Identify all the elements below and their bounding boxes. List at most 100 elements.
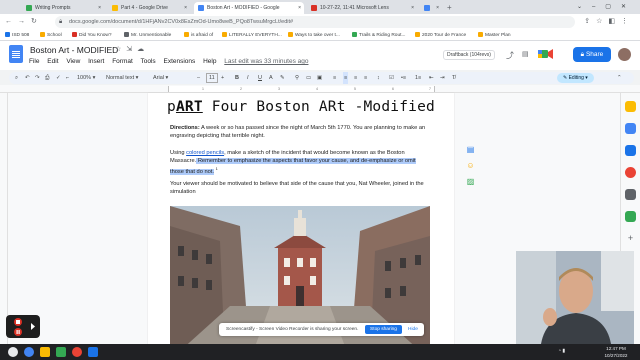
- url-bar[interactable]: 🔒︎ docs.google.com/document/d/1HFjANv2CV…: [55, 16, 575, 28]
- bookmark-item[interactable]: Did You Know?: [72, 31, 112, 40]
- reload-icon[interactable]: ↻: [31, 18, 43, 25]
- meet-icon[interactable]: [538, 49, 554, 59]
- chrome-icon[interactable]: [24, 347, 34, 357]
- text-color-button[interactable]: A: [269, 72, 273, 84]
- font-size-increase[interactable]: +: [221, 72, 224, 84]
- navigation-buttons[interactable]: ←→↻: [5, 17, 43, 27]
- recorder-widget[interactable]: [6, 315, 40, 338]
- bookmark-item[interactable]: Ways to take over t...: [288, 31, 340, 40]
- docs-icon[interactable]: [88, 347, 98, 357]
- italic-button[interactable]: I: [247, 72, 249, 84]
- extension-icon[interactable]: ◧: [608, 18, 621, 25]
- menu-insert[interactable]: Insert: [88, 58, 104, 65]
- chrome-icon[interactable]: [72, 347, 82, 357]
- align-left-icon[interactable]: ≡: [333, 72, 336, 84]
- bookmark-item[interactable]: Trails & Riding Rout...: [352, 31, 405, 40]
- draftback-button[interactable]: Draftback (104revs): [443, 50, 495, 60]
- tasks-icon[interactable]: [625, 123, 636, 134]
- docs-logo-icon[interactable]: [9, 45, 23, 63]
- tab-docs[interactable]: ×: [420, 2, 442, 14]
- browser-actions[interactable]: ⇪☆◧⋮: [584, 17, 634, 27]
- star-icon[interactable]: ☆: [596, 18, 608, 25]
- font-select[interactable]: Arial ▾: [153, 72, 168, 84]
- keep-icon[interactable]: [625, 101, 636, 112]
- bookmark-item[interactable]: is afraid of: [184, 31, 213, 40]
- search-icon[interactable]: ⌕: [15, 72, 18, 84]
- spellcheck-icon[interactable]: ✓: [56, 72, 61, 84]
- justify-icon[interactable]: ≡: [364, 72, 367, 84]
- forward-icon[interactable]: →: [18, 18, 31, 25]
- checklist-icon[interactable]: ☑: [389, 72, 394, 84]
- style-select[interactable]: Normal text ▾: [106, 72, 138, 84]
- avatar[interactable]: [618, 48, 631, 61]
- collapse-menu-icon[interactable]: ⌃: [617, 72, 622, 84]
- activity-icon[interactable]: ⤴: [506, 50, 514, 61]
- back-icon[interactable]: ←: [5, 18, 18, 25]
- addon-icon[interactable]: [625, 211, 636, 222]
- bulleted-list-icon[interactable]: •≡: [401, 72, 406, 84]
- launcher-icon[interactable]: [8, 347, 18, 357]
- footnote-marker[interactable]: 1: [216, 166, 218, 171]
- bookmark-item[interactable]: LITERALLY EVERYTH...: [222, 31, 282, 40]
- last-edit-link[interactable]: Last edit was 33 minutes ago: [224, 58, 308, 65]
- close-icon[interactable]: ×: [436, 2, 439, 14]
- colored-pencils-link[interactable]: colored pencils: [186, 150, 224, 156]
- highlight-icon[interactable]: ✎: [280, 72, 285, 84]
- menu-help[interactable]: Help: [203, 58, 216, 65]
- menu-icon[interactable]: ⋮: [621, 18, 634, 25]
- tab-microsoft-lens[interactable]: 10-27-22, 11:41 Microsoft Lens ×: [307, 2, 417, 14]
- document-title[interactable]: Boston Art - MODIFIED: [30, 45, 118, 55]
- window-controls[interactable]: ⌄–▢✕: [577, 2, 636, 12]
- boston-street-image[interactable]: [170, 206, 430, 360]
- menu-edit[interactable]: Edit: [47, 58, 58, 65]
- tab-writing-prompts[interactable]: Writing Prompts ×: [22, 2, 104, 14]
- horizontal-ruler[interactable]: 1 2 3 4 5 6 7: [0, 85, 640, 93]
- menu-view[interactable]: View: [66, 58, 80, 65]
- editing-mode-select[interactable]: ✎ Editing ▾: [557, 73, 594, 83]
- menu-format[interactable]: Format: [112, 58, 133, 65]
- files-icon[interactable]: [40, 347, 50, 357]
- add-comment-icon[interactable]: ▤: [466, 145, 475, 154]
- increase-indent-icon[interactable]: ⇥: [440, 72, 445, 84]
- hide-button[interactable]: Hide: [408, 323, 418, 336]
- menu-tools[interactable]: Tools: [140, 58, 155, 65]
- bookmark-item[interactable]: 2020 Tour de France: [415, 31, 466, 40]
- bookmark-item[interactable]: School: [40, 31, 62, 40]
- close-icon[interactable]: ×: [184, 2, 187, 14]
- line-spacing-icon[interactable]: ↕: [377, 72, 380, 84]
- document-page[interactable]: pART Four Boston ARt -Modified Direction…: [148, 93, 454, 360]
- bold-button[interactable]: B: [235, 72, 239, 84]
- underline-button[interactable]: U: [258, 72, 262, 84]
- comment-history-icon[interactable]: ▤: [522, 50, 529, 58]
- emoji-reaction-icon[interactable]: ☺: [466, 161, 475, 170]
- align-right-icon[interactable]: ≡: [354, 72, 357, 84]
- stop-sharing-button[interactable]: Stop sharing: [365, 325, 402, 334]
- suggest-edits-icon[interactable]: ▨: [466, 177, 475, 186]
- bookmark-item[interactable]: Master Plan: [478, 31, 511, 40]
- link-icon[interactable]: ⚲: [295, 72, 299, 84]
- system-tray[interactable]: ◔ ▮: [558, 348, 565, 354]
- font-size-field[interactable]: 11: [206, 73, 218, 83]
- zoom-select[interactable]: 100% ▾: [77, 72, 95, 84]
- close-icon[interactable]: ×: [98, 2, 101, 14]
- tab-google-drive[interactable]: Part 4 - Google Drive ×: [108, 2, 190, 14]
- title-actions[interactable]: ☆⇲☁: [115, 45, 149, 53]
- print-icon[interactable]: ⎙: [45, 72, 49, 84]
- decrease-indent-icon[interactable]: ⇤: [429, 72, 434, 84]
- menu-extensions[interactable]: Extensions: [163, 58, 195, 65]
- cloud-icon[interactable]: ☁: [137, 46, 149, 53]
- bookmark-item[interactable]: ISD 508: [5, 31, 29, 40]
- star-icon[interactable]: ☆: [115, 46, 126, 53]
- bookmark-item[interactable]: Mr. Unmentionable: [124, 31, 171, 40]
- add-comment-icon[interactable]: ▭: [306, 72, 311, 84]
- paint-format-icon[interactable]: ⌐: [66, 72, 69, 84]
- addon-icon[interactable]: [625, 189, 636, 200]
- clock[interactable]: 12:47 PM 10/27/2022: [596, 345, 636, 359]
- share-page-icon[interactable]: ⇪: [584, 18, 596, 25]
- undo-icon[interactable]: ↶: [25, 72, 30, 84]
- maps-icon[interactable]: [625, 167, 636, 178]
- numbered-list-icon[interactable]: 1≡: [415, 72, 421, 84]
- tab-boston-art[interactable]: Boston Art - MODIFIED - Google ×: [194, 2, 304, 14]
- move-icon[interactable]: ⇲: [126, 46, 137, 53]
- drive-icon[interactable]: [56, 347, 66, 357]
